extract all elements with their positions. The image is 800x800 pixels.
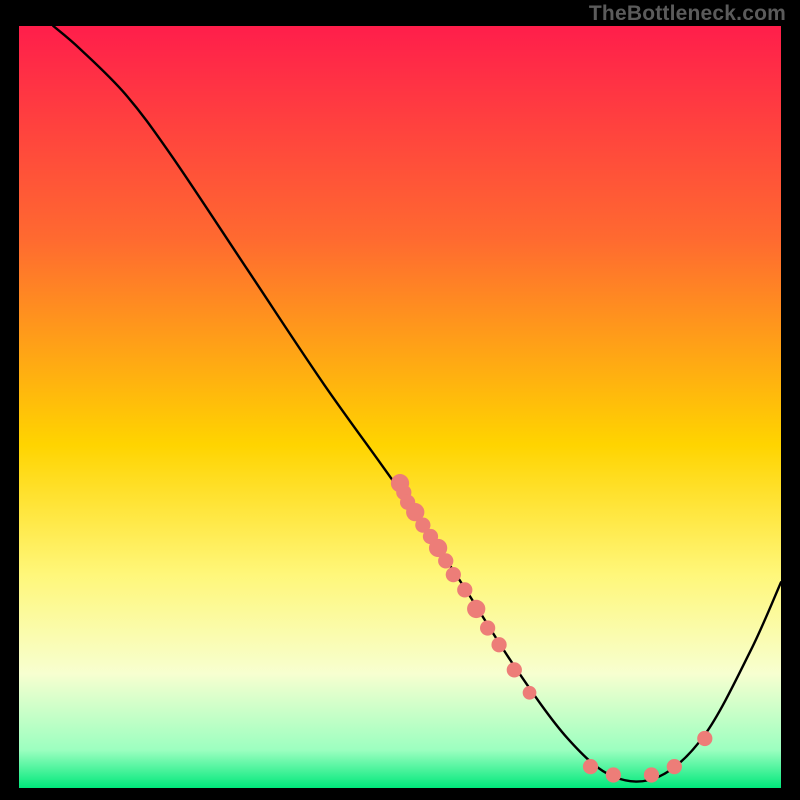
data-point bbox=[457, 582, 472, 597]
plot-area bbox=[19, 26, 781, 788]
data-point bbox=[438, 553, 453, 568]
data-point bbox=[697, 731, 712, 746]
gradient-background bbox=[19, 26, 781, 788]
data-point bbox=[523, 686, 537, 700]
data-point bbox=[467, 600, 485, 618]
data-point bbox=[446, 567, 461, 582]
data-point bbox=[480, 620, 495, 635]
data-point bbox=[667, 759, 682, 774]
chart-frame: TheBottleneck.com bbox=[0, 0, 800, 800]
data-point bbox=[644, 767, 659, 782]
data-point bbox=[507, 662, 522, 677]
chart-svg bbox=[19, 26, 781, 788]
attribution-label: TheBottleneck.com bbox=[589, 2, 786, 26]
data-point bbox=[583, 759, 598, 774]
data-point bbox=[491, 637, 506, 652]
data-point bbox=[606, 767, 621, 782]
